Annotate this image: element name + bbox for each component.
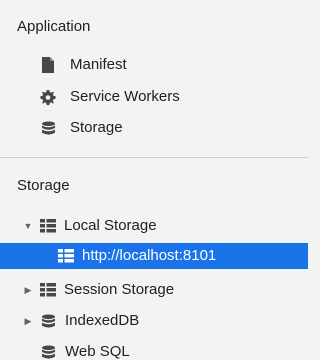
section-title-storage: Storage — [17, 177, 70, 194]
sidebar-item-label: Manifest — [70, 56, 127, 73]
section-divider — [0, 157, 308, 158]
sidebar-item-manifest[interactable]: Manifest — [0, 52, 308, 78]
sidebar-item-service-workers[interactable]: Service Workers — [0, 84, 308, 110]
tree-item-label: Web SQL — [65, 343, 130, 360]
sidebar-item-label: Storage — [70, 119, 123, 136]
tree-item-indexeddb[interactable]: ▶ IndexedDB — [0, 308, 308, 334]
tree-item-label: Local Storage — [64, 217, 157, 234]
database-icon — [40, 313, 56, 329]
document-icon — [40, 57, 56, 73]
database-icon — [40, 344, 56, 360]
tree-item-web-sql[interactable]: Web SQL — [0, 339, 308, 360]
tree-item-local-storage[interactable]: ▼ Local Storage — [0, 213, 308, 239]
expand-arrow-down-icon[interactable]: ▼ — [23, 218, 33, 234]
tree-item-session-storage[interactable]: ▶ Session Storage — [0, 277, 308, 303]
gear-icon — [40, 89, 56, 105]
tree-item-label: IndexedDB — [65, 312, 140, 329]
tree-item-localhost-8101[interactable]: http://localhost:8101 — [0, 243, 308, 269]
grid-icon — [40, 282, 56, 298]
tree-item-label: http://localhost:8101 — [82, 247, 217, 264]
expand-arrow-right-icon[interactable]: ▶ — [23, 313, 33, 329]
grid-icon — [58, 248, 74, 264]
grid-icon — [40, 218, 56, 234]
tree-item-label: Session Storage — [64, 281, 175, 298]
sidebar-item-storage[interactable]: Storage — [0, 115, 308, 141]
application-sidebar: Application Manifest Service Workers Sto… — [0, 0, 308, 360]
database-icon — [40, 120, 56, 136]
section-title-application: Application — [17, 18, 91, 35]
expand-arrow-right-icon[interactable]: ▶ — [23, 282, 33, 298]
sidebar-item-label: Service Workers — [70, 88, 180, 105]
